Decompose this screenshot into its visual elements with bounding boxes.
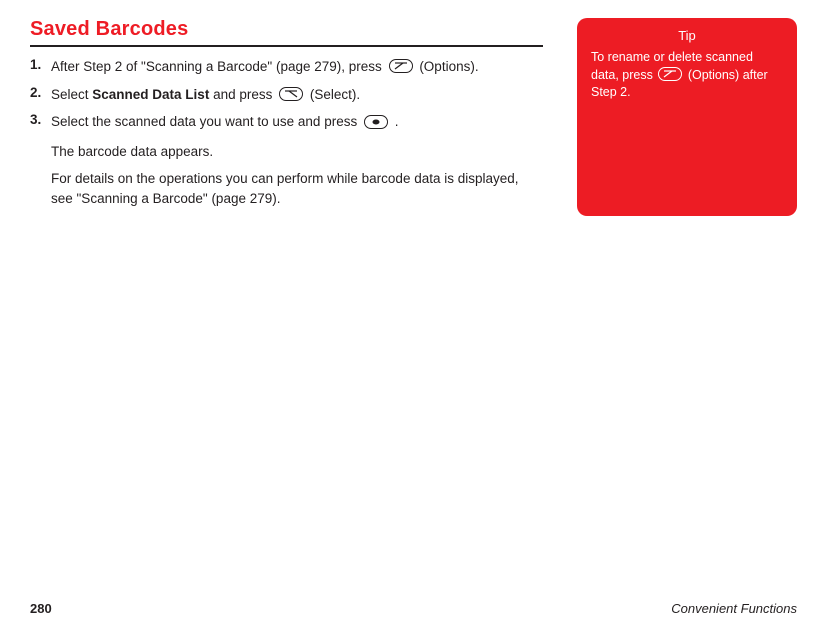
- section-name: Convenient Functions: [671, 601, 797, 616]
- center-key-icon: [364, 115, 388, 129]
- result-block: The barcode data appears. For details on…: [51, 142, 543, 209]
- step-text: .: [395, 114, 399, 129]
- step-text: and press: [213, 87, 276, 102]
- page-title: Saved Barcodes: [30, 18, 543, 45]
- page-footer: 280 Convenient Functions: [30, 601, 797, 616]
- tip-box: Tip To rename or delete scanned data, pr…: [577, 18, 797, 216]
- softkey-left-icon: [389, 59, 413, 73]
- result-line: For details on the operations you can pe…: [51, 169, 543, 208]
- step-number: 3.: [30, 112, 51, 132]
- result-line: The barcode data appears.: [51, 142, 543, 162]
- page-number: 280: [30, 601, 52, 616]
- step-text: Select the scanned data you want to use …: [51, 114, 361, 129]
- step-bold: Scanned Data List: [92, 87, 209, 102]
- softkey-left-icon: [658, 67, 682, 81]
- step-2: 2. Select Scanned Data List and press (S…: [30, 85, 543, 105]
- title-rule: [30, 45, 543, 47]
- main-column: Saved Barcodes 1. After Step 2 of "Scann…: [30, 18, 543, 216]
- tip-body: To rename or delete scanned data, press …: [591, 49, 783, 102]
- step-text: Select: [51, 87, 92, 102]
- step-text: (Options).: [419, 59, 478, 74]
- step-text: After Step 2 of "Scanning a Barcode" (pa…: [51, 59, 386, 74]
- step-text: (Select).: [310, 87, 360, 102]
- softkey-right-icon: [279, 87, 303, 101]
- steps-list: 1. After Step 2 of "Scanning a Barcode" …: [30, 57, 543, 132]
- step-number: 2.: [30, 85, 51, 105]
- step-1: 1. After Step 2 of "Scanning a Barcode" …: [30, 57, 543, 77]
- tip-title: Tip: [591, 28, 783, 43]
- step-number: 1.: [30, 57, 51, 77]
- step-3: 3. Select the scanned data you want to u…: [30, 112, 543, 132]
